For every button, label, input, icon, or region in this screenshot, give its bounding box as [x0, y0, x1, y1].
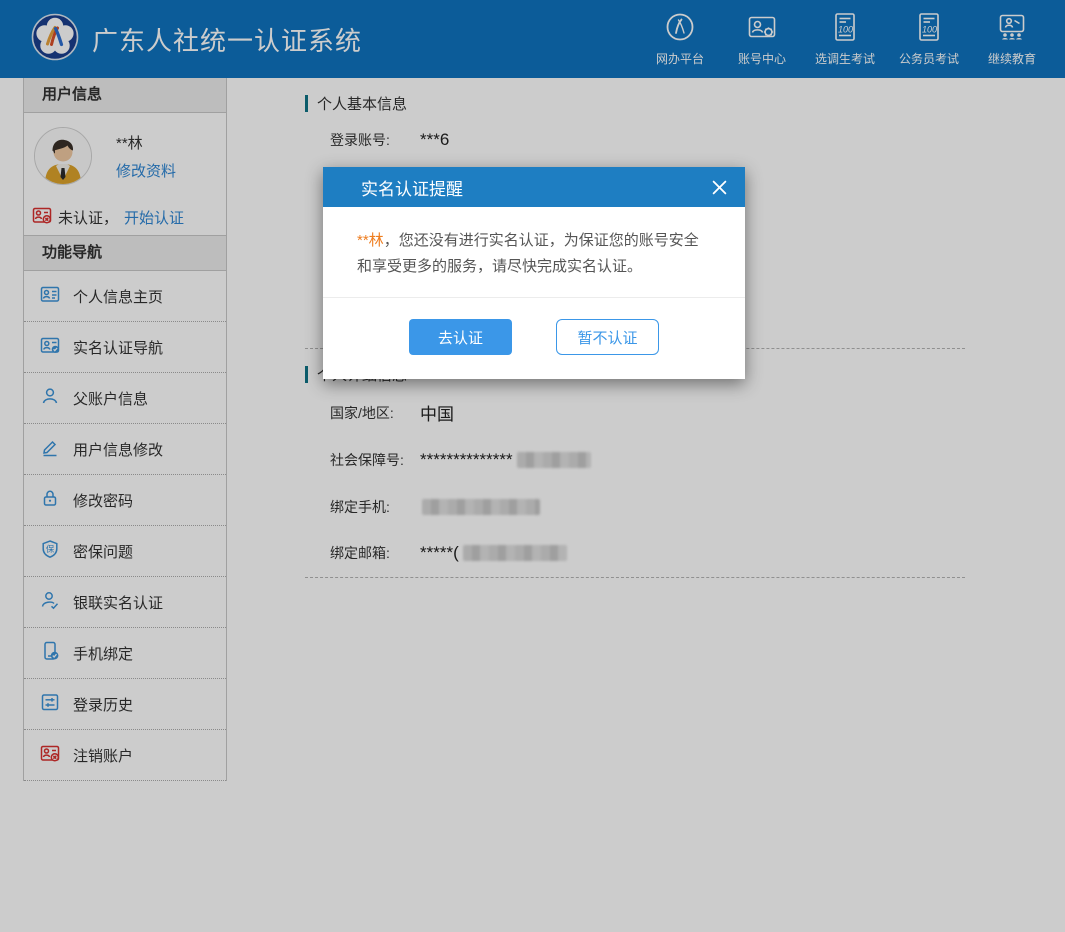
modal-title: 实名认证提醒 [361, 175, 463, 200]
realname-reminder-modal: 实名认证提醒 **林，您还没有进行实名认证，为保证您的账号安全和享受更多的服务，… [323, 167, 745, 379]
go-verify-button[interactable]: 去认证 [409, 319, 512, 355]
modal-message-text: ，您还没有进行实名认证，为保证您的账号安全和享受更多的服务，请尽快完成实名认证。 [357, 232, 699, 275]
not-now-button[interactable]: 暂不认证 [556, 319, 659, 355]
modal-header: 实名认证提醒 [323, 167, 745, 207]
modal-message: **林，您还没有进行实名认证，为保证您的账号安全和享受更多的服务，请尽快完成实名… [323, 207, 745, 298]
page: 广东人社统一认证系统 网办平台 [0, 0, 1065, 932]
modal-footer: 去认证 暂不认证 [323, 298, 745, 379]
modal-backdrop [0, 0, 1065, 932]
close-icon[interactable] [712, 180, 727, 195]
modal-message-username: **林 [357, 232, 384, 249]
